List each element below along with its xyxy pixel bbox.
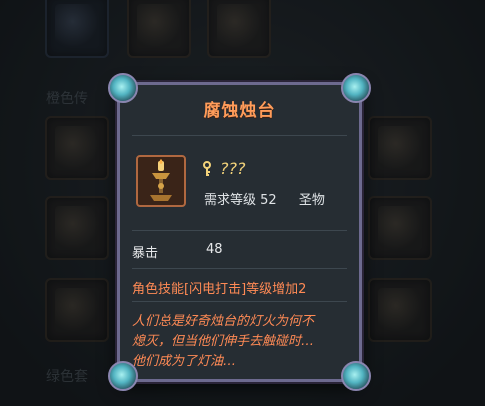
skill-bonus: 角色技能[闪电打击]等级增加2 (132, 282, 307, 297)
item-title: 腐蚀烛台 (203, 100, 276, 121)
stat-row-crit: 暴击 48 (132, 242, 332, 261)
lore-text: 人们总是好奇烛台的灯火为何不 熄灭，但当他们伸手去触碰时… 他们成为了灯油… (132, 312, 352, 372)
lore-line: 熄灭，但当他们伸手去触碰时… (132, 334, 315, 349)
required-level-value: 52 (260, 193, 277, 208)
item-name-unknown: ??? (220, 159, 246, 178)
item-meta: 需求等级 52 圣物 (204, 189, 325, 208)
item-icon-frame (136, 155, 186, 207)
lore-line: 人们总是好奇烛台的灯火为何不 (132, 314, 315, 329)
divider (132, 135, 347, 136)
candlestick-icon (150, 159, 172, 201)
stat-label: 暴击 (132, 246, 159, 261)
required-level-label: 需求等级 (204, 193, 257, 208)
item-tooltip: 腐蚀烛台 ??? 需求等级 52 圣物 暴击 48 角色技能[闪电打击]等级增加… (108, 73, 371, 391)
lore-line: 他们成为了灯油… (132, 354, 237, 369)
item-type: 圣物 (298, 193, 325, 208)
divider (132, 268, 347, 269)
stat-value: 48 (206, 242, 223, 257)
divider (132, 301, 347, 302)
item-name-row: ??? (200, 159, 245, 178)
key-icon (203, 160, 211, 176)
divider (132, 230, 347, 231)
tooltip-header: 腐蚀烛台 (120, 85, 359, 131)
